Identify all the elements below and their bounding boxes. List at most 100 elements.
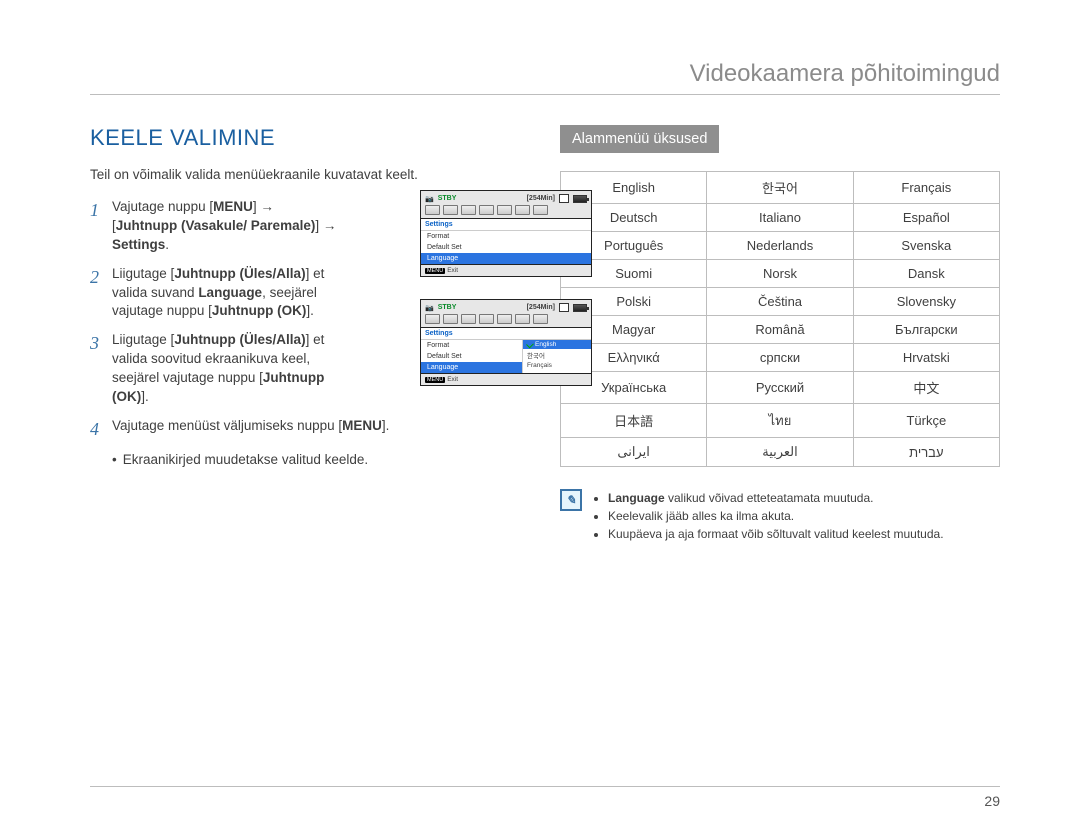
stby-label: STBY <box>438 304 457 311</box>
table-row: ایرانیالعربیةעברית <box>561 438 1000 467</box>
menu-item-language: Language <box>421 253 591 264</box>
text: ]. <box>141 389 149 404</box>
text-bold: Juhtnupp (Vasakule/ Paremale) <box>116 218 316 233</box>
language-cell: Dansk <box>853 260 999 288</box>
rec-time: [254Min] <box>527 304 555 311</box>
language-cell: Čeština <box>707 288 853 316</box>
exit-label: Exit <box>447 376 458 383</box>
language-cell: Nederlands <box>707 232 853 260</box>
submenu-item-francais: Français <box>523 361 591 370</box>
menu-button-icon: MENU <box>425 377 445 383</box>
text-bold: Juhtnupp (Üles/Alla) <box>174 266 305 281</box>
language-cell: 한국어 <box>707 172 853 204</box>
language-cell: Svenska <box>853 232 999 260</box>
note-item: Language valikud võivad etteteatamata mu… <box>608 489 944 507</box>
language-cell: ایرانی <box>561 438 707 467</box>
language-cell: српски <box>707 344 853 372</box>
page-number: 29 <box>90 786 1000 809</box>
page-title: KEELE VALIMINE <box>90 125 520 151</box>
language-cell: Hrvatski <box>853 344 999 372</box>
camera-icon: 📷 <box>425 304 434 312</box>
rec-time: [254Min] <box>527 195 555 202</box>
text: ]. <box>306 303 314 318</box>
language-cell: Español <box>853 204 999 232</box>
language-cell: עברית <box>853 438 999 467</box>
text-bold: MENU <box>213 199 253 214</box>
text-bold: Language <box>198 285 262 300</box>
check-icon <box>526 340 534 348</box>
menu-button-icon: MENU <box>425 268 445 274</box>
step-number: 4 <box>90 417 112 442</box>
page: Videokaamera põhitoimingud KEELE VALIMIN… <box>0 0 1080 827</box>
note-item: Kuupäeva ja aja formaat võib sõltuvalt v… <box>608 525 944 543</box>
menu-item-default: Default Set <box>421 351 522 362</box>
language-cell: 中文 <box>853 372 999 404</box>
notes-list: Language valikud võivad etteteatamata mu… <box>592 489 944 543</box>
language-cell: Norsk <box>707 260 853 288</box>
table-row: 日本語ไทยTürkçe <box>561 404 1000 438</box>
text: Liigutage [ <box>112 332 174 347</box>
language-cell: Română <box>707 316 853 344</box>
menu-item-default: Default Set <box>421 242 591 253</box>
note-item: Keelevalik jääb alles ka ilma akuta. <box>608 507 944 525</box>
stby-label: STBY <box>438 195 457 202</box>
notes-block: ✎ Language valikud võivad etteteatamata … <box>560 489 1000 543</box>
table-row: УкраїнськаРусский中文 <box>561 372 1000 404</box>
language-cell: 日本語 <box>561 404 707 438</box>
submenu-item-english: English <box>523 340 591 349</box>
text: Vajutage nuppu [ <box>112 199 213 214</box>
text: ]. <box>382 418 390 433</box>
battery-icon <box>573 304 587 312</box>
breadcrumb: Videokaamera põhitoimingud <box>90 60 1000 95</box>
menu-item-language: Language <box>421 362 522 373</box>
language-cell: Italiano <box>707 204 853 232</box>
language-cell: Български <box>853 316 999 344</box>
step-bullet: Ekraanikirjed muudetakse valitud keelde. <box>112 452 520 467</box>
osd-screenshot-1: 📷 STBY [254Min] Settings Format Default … <box>420 190 592 277</box>
card-icon <box>559 303 569 312</box>
menu-header: Settings <box>421 219 591 231</box>
table-row: PortuguêsNederlandsSvenska <box>561 232 1000 260</box>
osd-screenshot-2: 📷 STBY [254Min] Settings Format Default … <box>420 299 592 386</box>
submenu-header: Alammenüü üksused <box>560 125 719 153</box>
text: Vajutage menüüst väljumiseks nuppu [ <box>112 418 342 433</box>
table-row: ΕλληνικάсрпскиHrvatski <box>561 344 1000 372</box>
menu-item-format: Format <box>421 340 522 351</box>
language-cell: العربیة <box>707 438 853 467</box>
table-row: SuomiNorskDansk <box>561 260 1000 288</box>
table-row: DeutschItalianoEspañol <box>561 204 1000 232</box>
mode-icons <box>425 205 587 215</box>
menu-header: Settings <box>421 328 591 340</box>
step-number: 3 <box>90 331 112 407</box>
step-number: 1 <box>90 198 112 255</box>
osd-screenshots: 📷 STBY [254Min] Settings Format Default … <box>420 190 600 408</box>
right-column: Alammenüü üksused English한국어FrançaisDeut… <box>560 125 1000 543</box>
submenu-item-korean: 한국어 <box>523 349 591 361</box>
intro-text: Teil on võimalik valida menüüekraanile k… <box>90 167 520 182</box>
text-bold: Juhtnupp (OK) <box>212 303 306 318</box>
battery-icon <box>573 195 587 203</box>
text: . <box>165 237 169 252</box>
language-cell: ไทย <box>707 404 853 438</box>
step-4: 4 Vajutage menüüst väljumiseks nuppu [ME… <box>90 417 520 442</box>
card-icon <box>559 194 569 203</box>
mode-icons <box>425 314 587 324</box>
text-bold: Settings <box>112 237 165 252</box>
note-icon: ✎ <box>560 489 582 511</box>
step-number: 2 <box>90 265 112 322</box>
language-cell: Français <box>853 172 999 204</box>
camera-icon: 📷 <box>425 195 434 203</box>
table-row: PolskiČeštinaSlovensky <box>561 288 1000 316</box>
language-cell: Slovensky <box>853 288 999 316</box>
text: ] → <box>315 218 336 233</box>
language-cell: Türkçe <box>853 404 999 438</box>
text-bold: MENU <box>342 418 382 433</box>
text: Liigutage [ <box>112 266 174 281</box>
exit-label: Exit <box>447 267 458 274</box>
menu-item-format: Format <box>421 231 591 242</box>
table-row: English한국어Français <box>561 172 1000 204</box>
text-bold: Juhtnupp (Üles/Alla) <box>174 332 305 347</box>
language-table: English한국어FrançaisDeutschItalianoEspañol… <box>560 171 1000 467</box>
table-row: MagyarRomânăБългарски <box>561 316 1000 344</box>
language-cell: Русский <box>707 372 853 404</box>
